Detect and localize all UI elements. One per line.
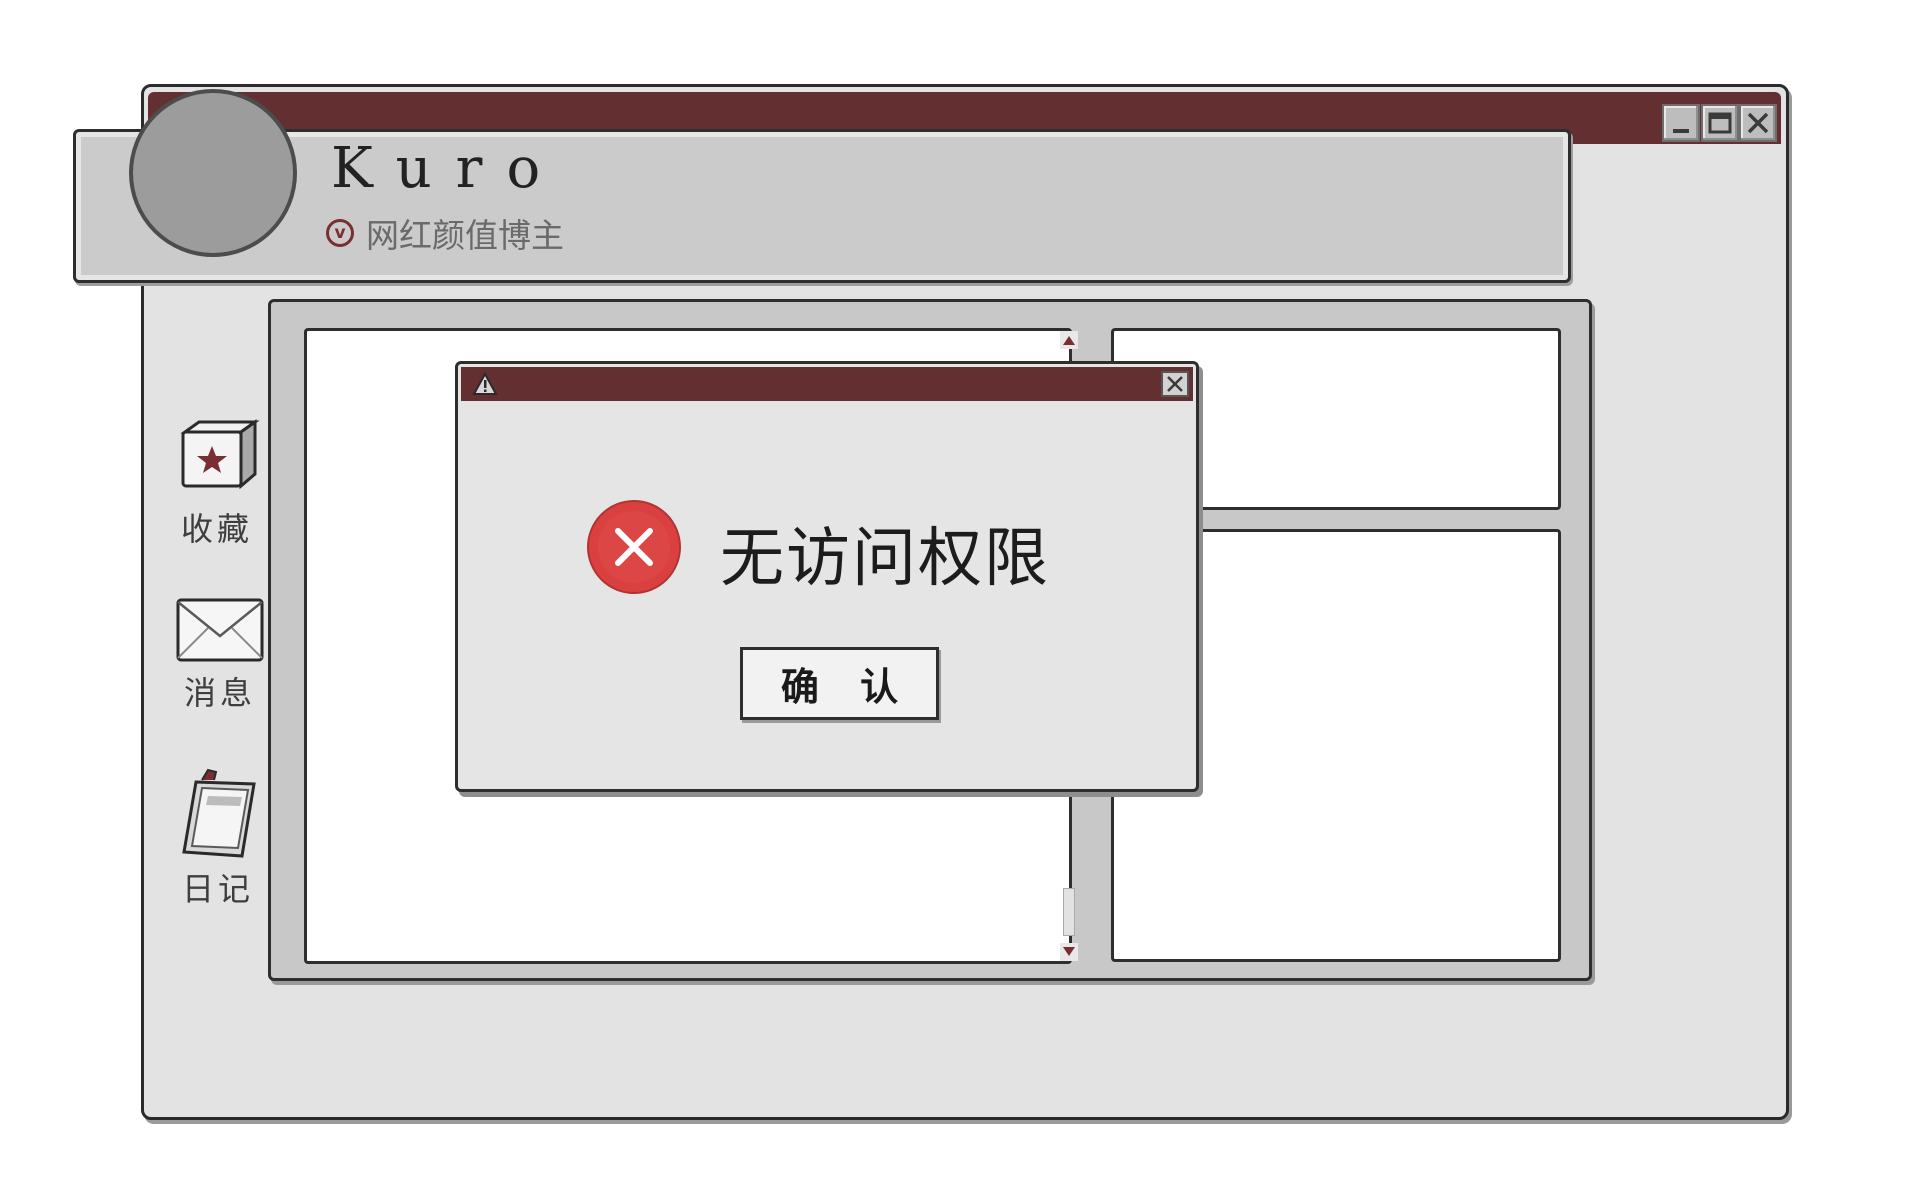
- favorite-box-icon: [180, 419, 260, 490]
- minimize-button[interactable]: [1662, 104, 1700, 142]
- dialog-close-button[interactable]: [1161, 371, 1189, 397]
- scroll-thumb[interactable]: [1063, 888, 1075, 936]
- sidebar-label-messages: 消息: [183, 674, 256, 712]
- notebook-icon: [182, 768, 256, 858]
- profile-badge: v 网红颜值博主: [326, 209, 564, 257]
- close-icon: [1167, 376, 1183, 392]
- maximize-icon: [1708, 112, 1732, 134]
- envelope-icon: [176, 598, 264, 662]
- sidebar-label-favorites: 收藏: [180, 510, 253, 548]
- profile-name: Kuro: [331, 136, 565, 201]
- maximize-button[interactable]: [1701, 104, 1739, 142]
- verified-icon: v: [326, 219, 354, 247]
- scroll-up-button[interactable]: [1060, 331, 1078, 349]
- profile-title: 网红颜值博主: [366, 216, 564, 255]
- scroll-down-button[interactable]: [1060, 943, 1078, 961]
- sidebar-label-diary: 日记: [181, 870, 254, 908]
- close-icon: [1747, 112, 1769, 134]
- minimize-icon: [1673, 129, 1689, 133]
- warning-icon: [472, 372, 498, 395]
- sidebar-item-diary[interactable]: 日记: [158, 762, 278, 910]
- avatar[interactable]: [129, 89, 297, 257]
- error-message: 无访问权限: [720, 522, 1050, 596]
- arrow-down-icon: [1063, 947, 1075, 956]
- error-dialog: 无访问权限 确 认: [455, 361, 1199, 792]
- arrow-up-icon: [1063, 336, 1075, 345]
- sidebar-item-favorites[interactable]: 收藏: [157, 410, 277, 550]
- profile-header: [73, 129, 1571, 283]
- close-button[interactable]: [1739, 104, 1777, 142]
- error-icon: [587, 500, 681, 594]
- sidebar-item-messages[interactable]: 消息: [160, 592, 280, 714]
- confirm-button[interactable]: 确 认: [740, 647, 939, 720]
- dialog-titlebar[interactable]: [461, 367, 1193, 401]
